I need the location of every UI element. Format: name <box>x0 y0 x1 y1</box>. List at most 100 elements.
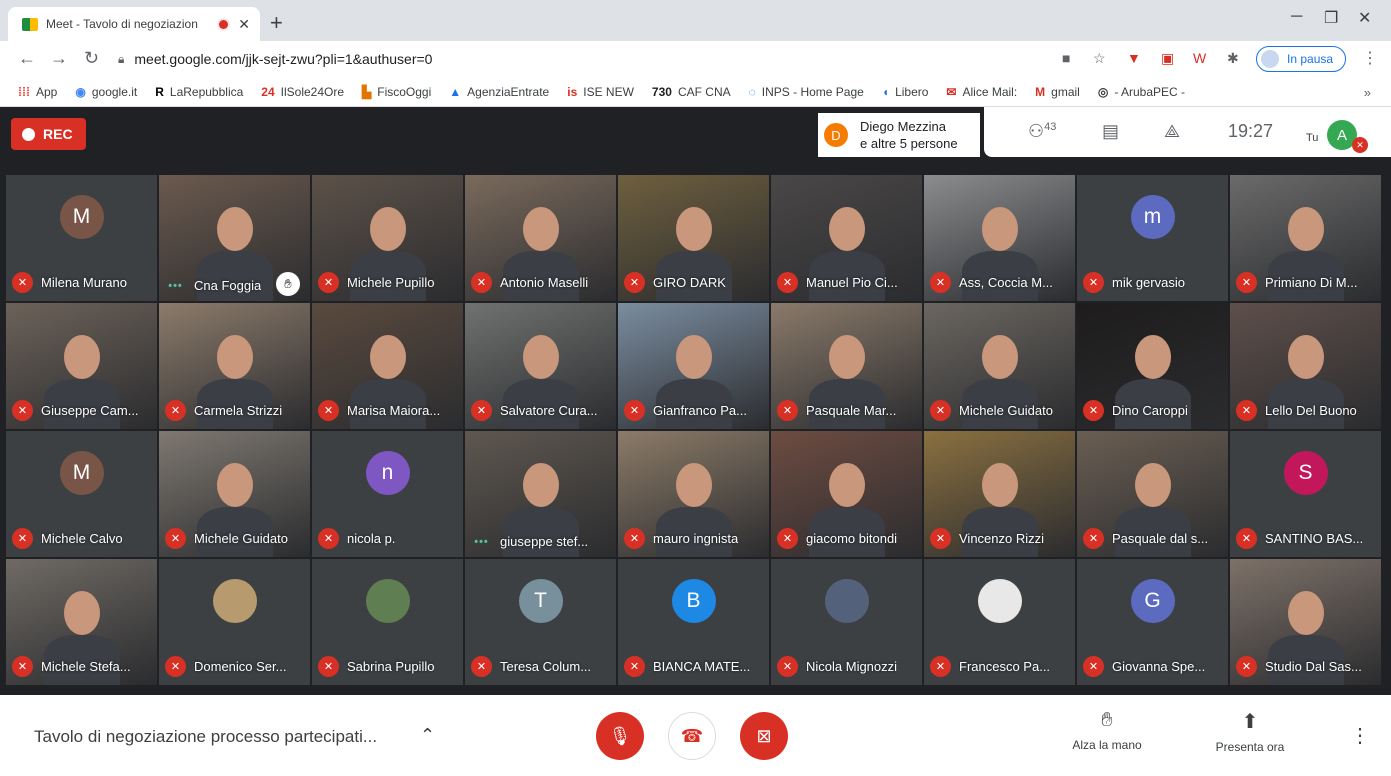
bookmark-item[interactable]: Mgmail <box>1035 85 1080 99</box>
participant-tile[interactable]: ✕ Pasquale Mar... <box>771 303 922 429</box>
participant-tile[interactable]: ✕ Giuseppe Cam... <box>6 303 157 429</box>
participant-tile[interactable]: ✕ Francesco Pa... <box>924 559 1075 685</box>
repubblica-icon: R <box>155 85 164 99</box>
participant-tile[interactable]: ✕ Dino Caroppi <box>1077 303 1228 429</box>
participant-name: Domenico Ser... <box>194 659 287 674</box>
participant-tile[interactable]: ✕ Lello Del Buono <box>1230 303 1381 429</box>
presenter-card[interactable]: D Diego Mezzina e altre 5 persone <box>818 113 980 157</box>
participant-tile[interactable]: ✕ Antonio Maselli <box>465 175 616 301</box>
pdf-extension-icon[interactable]: ▣ <box>1161 50 1174 67</box>
mic-off-icon: ✕ <box>165 656 186 677</box>
mic-off-icon: ✕ <box>471 656 492 677</box>
participant-tile[interactable]: G ✕ Giovanna Spe... <box>1077 559 1228 685</box>
participant-tile[interactable]: ✕ Ass, Coccia M... <box>924 175 1075 301</box>
bookmark-item[interactable]: ▲ AgenziaEntrate <box>449 85 549 99</box>
participant-tile[interactable]: ••• Cna Foggia ✋︎ <box>159 175 310 301</box>
mic-off-icon: ✕ <box>1083 656 1104 677</box>
participant-silhouette <box>370 207 406 251</box>
address-bar[interactable]: 🔒︎ meet.google.com/jjk-sejt-zwu?pli=1&au… <box>118 45 1118 73</box>
shield-extension-icon[interactable]: ▼ <box>1127 50 1141 66</box>
bookmark-item[interactable]: R LaRepubblica <box>155 85 243 99</box>
participant-tile[interactable]: m ✕ mik gervasio <box>1077 175 1228 301</box>
meeting-title[interactable]: Tavolo di negoziazione processo partecip… <box>34 727 377 747</box>
reload-icon[interactable]: ↻ <box>84 48 99 69</box>
bookmark-item[interactable]: ◎ - ArubaPEC - <box>1098 85 1185 99</box>
camera-toggle-button[interactable]: ⊠ <box>740 712 788 760</box>
participant-tile[interactable]: ✕ Manuel Pio Ci... <box>771 175 922 301</box>
alice-mail-icon: ✉ <box>946 85 957 99</box>
participant-silhouette <box>676 207 712 251</box>
participant-tile[interactable]: ✕ Salvatore Cura... <box>465 303 616 429</box>
present-now-button[interactable]: ⬆ Presenta ora <box>1200 709 1300 754</box>
participant-tile[interactable]: ✕ Nicola Mignozzi <box>771 559 922 685</box>
participant-tile[interactable]: ✕ Gianfranco Pa... <box>618 303 769 429</box>
participant-tile[interactable]: ✕ Carmela Strizzi <box>159 303 310 429</box>
restore-icon[interactable]: ❐ <box>1324 8 1338 28</box>
participant-tile[interactable]: ••• giuseppe stef... <box>465 431 616 557</box>
bookmark-item[interactable]: ⁞⁞⁞ App <box>18 85 57 99</box>
close-tab-icon[interactable]: ✕ <box>238 16 250 33</box>
participants-button[interactable]: ⚇43 <box>1028 121 1056 142</box>
microphone-toggle-button[interactable]: 🎙︎ <box>596 712 644 760</box>
participant-name: Michele Guidato <box>194 531 288 546</box>
new-tab-icon[interactable]: + <box>270 10 283 36</box>
minimize-icon[interactable]: ─ <box>1291 8 1302 26</box>
back-icon[interactable]: ← <box>18 48 36 69</box>
participant-tile[interactable]: ✕ Michele Guidato <box>924 303 1075 429</box>
participant-tile[interactable]: M ✕ Michele Calvo <box>6 431 157 557</box>
participant-tile[interactable]: ✕ Studio Dal Sas... <box>1230 559 1381 685</box>
participant-tile[interactable]: ✕ Domenico Ser... <box>159 559 310 685</box>
participant-tile[interactable]: ✕ Pasquale dal s... <box>1077 431 1228 557</box>
participant-tile[interactable]: ✕ Michele Stefa... <box>6 559 157 685</box>
mic-off-icon: ✕ <box>1236 656 1257 677</box>
chevron-up-icon[interactable]: ⌃ <box>420 725 435 746</box>
mic-off-icon: ✕ <box>318 528 339 549</box>
participant-silhouette <box>676 463 712 507</box>
forward-icon[interactable]: → <box>50 48 68 69</box>
participant-tile[interactable]: ✕ giacomo bitondi <box>771 431 922 557</box>
browser-menu-icon[interactable]: ⋮ <box>1362 48 1378 68</box>
participant-tile[interactable]: ✕ Vincenzo Rizzi <box>924 431 1075 557</box>
camera-in-use-icon[interactable]: ■ <box>1062 50 1070 66</box>
more-options-icon[interactable]: ⋮ <box>1350 723 1370 748</box>
participant-tile[interactable]: T ✕ Teresa Colum... <box>465 559 616 685</box>
participant-tile[interactable]: ✕ Marisa Maiora... <box>312 303 463 429</box>
more-bookmarks-icon[interactable]: » <box>1364 85 1371 100</box>
acrobat-extension-icon[interactable]: W <box>1193 50 1206 66</box>
bookmark-star-icon[interactable]: ☆ <box>1093 50 1106 67</box>
close-window-icon[interactable]: ✕ <box>1358 8 1371 28</box>
participant-tile[interactable]: ✕ mauro ingnista <box>618 431 769 557</box>
mic-off-icon: ✕ <box>1083 528 1104 549</box>
bookmark-item[interactable]: ✉ Alice Mail: <box>946 85 1017 99</box>
participant-tile[interactable]: S ✕ SANTINO BAS... <box>1230 431 1381 557</box>
url-text: meet.google.com/jjk-sejt-zwu?pli=1&authu… <box>134 51 433 67</box>
participant-silhouette <box>982 335 1018 379</box>
bookmark-item[interactable]: 730 CAF CNA <box>652 85 731 99</box>
extensions-puzzle-icon[interactable]: ✱ <box>1227 50 1239 67</box>
browser-tab[interactable]: Meet - Tavolo di negoziazion ✕ <box>8 7 260 41</box>
bookmark-item[interactable]: ◖ Libero <box>882 85 929 99</box>
profile-pause-button[interactable]: In pausa <box>1256 46 1346 72</box>
participant-tile[interactable]: ✕ GIRO DARK <box>618 175 769 301</box>
participant-tile[interactable]: ✕ Sabrina Pupillo <box>312 559 463 685</box>
hand-icon: ✋︎ <box>1101 709 1113 731</box>
chat-icon[interactable]: ▤ <box>1102 121 1119 142</box>
participant-grid: M ✕ Milena Murano ••• Cna Foggia ✋︎ ✕ Michele P… <box>6 175 1385 689</box>
participant-tile[interactable]: ✕ Primiano Di M... <box>1230 175 1381 301</box>
bookmark-item[interactable]: ◌ INPS - Home Page <box>749 85 864 99</box>
participant-tile[interactable]: ✕ Michele Guidato <box>159 431 310 557</box>
recording-button[interactable]: REC <box>11 118 86 150</box>
bookmark-item[interactable]: ▙ FiscoOggi <box>362 85 431 99</box>
raise-hand-button[interactable]: ✋︎ Alza la mano <box>1062 709 1152 752</box>
participant-tile[interactable]: ✕ Michele Pupillo <box>312 175 463 301</box>
participant-tile[interactable]: B ✕ BIANCA MATE... <box>618 559 769 685</box>
participant-avatar: M <box>59 450 104 495</box>
bookmark-item[interactable]: is ISE NEW <box>567 85 634 99</box>
bookmark-item[interactable]: 24 IlSole24Ore <box>261 85 344 99</box>
participant-tile[interactable]: M ✕ Milena Murano <box>6 175 157 301</box>
apps-icon: ⁞⁞⁞ <box>18 85 30 99</box>
bookmark-item[interactable]: ◉ google.it <box>75 85 137 99</box>
leave-call-button[interactable]: ☎︎ <box>668 712 716 760</box>
activities-icon[interactable]: ⟁ <box>1164 121 1180 142</box>
participant-tile[interactable]: n ✕ nicola p. <box>312 431 463 557</box>
